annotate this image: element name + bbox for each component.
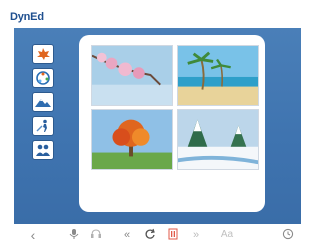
header-bar: DynEd <box>0 0 314 28</box>
sidebar-item-activity[interactable] <box>32 116 54 136</box>
repeat-button[interactable] <box>144 228 156 242</box>
sidebar-item-seasons[interactable] <box>32 68 54 88</box>
text-size-button[interactable]: Aa <box>218 228 236 242</box>
rewind-button[interactable]: « <box>121 228 133 242</box>
bottom-toolbar: ‹ « » Aa <box>0 224 314 245</box>
microphone-button[interactable] <box>68 228 80 242</box>
microphone-icon <box>69 229 79 239</box>
sidebar-item-weather[interactable] <box>32 92 54 112</box>
repeat-icon <box>145 228 155 239</box>
timer-button[interactable] <box>282 228 294 242</box>
back-button[interactable]: ‹ <box>28 228 38 242</box>
autumn-photo[interactable] <box>91 109 173 170</box>
weather-icon <box>35 99 51 107</box>
summer-beach-photo <box>178 46 258 105</box>
people-icon <box>36 144 50 156</box>
winter-snow-photo <box>178 110 258 169</box>
pause-icon <box>168 228 178 240</box>
dyned-logo: DynEd <box>10 11 44 23</box>
seasons-cycle-icon <box>36 71 50 85</box>
person-activity-icon <box>36 119 47 132</box>
summer-photo[interactable] <box>177 45 259 106</box>
forward-button[interactable]: » <box>190 228 202 242</box>
spring-blossom-photo <box>92 46 172 105</box>
sidebar <box>32 44 56 164</box>
autumn-leaf-icon <box>37 48 50 60</box>
photo-panel <box>79 35 265 212</box>
headset-icon <box>91 229 101 238</box>
autumn-tree-photo <box>92 110 172 169</box>
headset-button[interactable] <box>90 228 102 242</box>
pause-button[interactable] <box>167 228 179 242</box>
winter-photo[interactable] <box>177 109 259 170</box>
clock-icon <box>282 228 294 240</box>
sidebar-item-people[interactable] <box>32 140 54 160</box>
spring-photo[interactable] <box>91 45 173 106</box>
sidebar-item-autumn[interactable] <box>32 44 54 64</box>
